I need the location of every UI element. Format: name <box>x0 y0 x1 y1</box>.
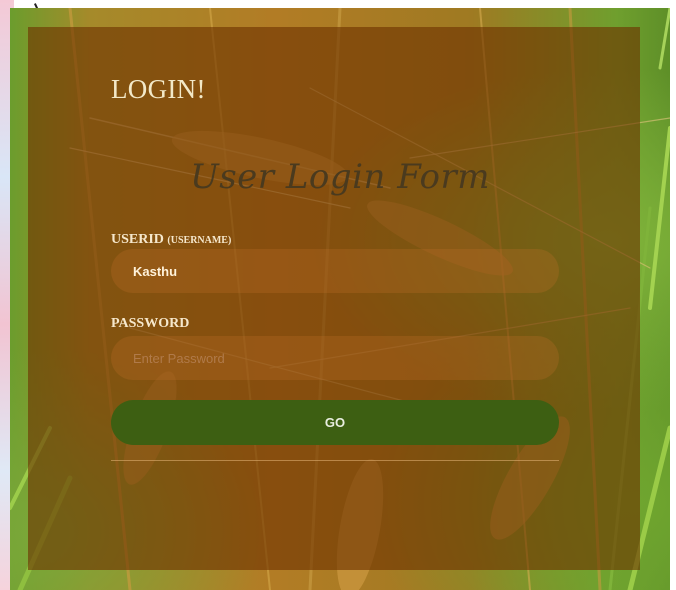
userid-label: USERID (USERNAME) <box>111 232 231 248</box>
login-panel <box>28 27 640 570</box>
userid-label-text: USERID <box>111 232 164 247</box>
userid-label-hint: (USERNAME) <box>167 235 232 246</box>
form-divider <box>111 460 559 461</box>
userid-input[interactable] <box>111 249 559 293</box>
page-title: LOGIN! <box>111 74 206 104</box>
go-button[interactable]: GO <box>111 400 559 445</box>
form-heading: User Login Form <box>190 157 490 197</box>
password-input[interactable] <box>111 336 559 380</box>
password-label: PASSWORD <box>111 316 190 331</box>
